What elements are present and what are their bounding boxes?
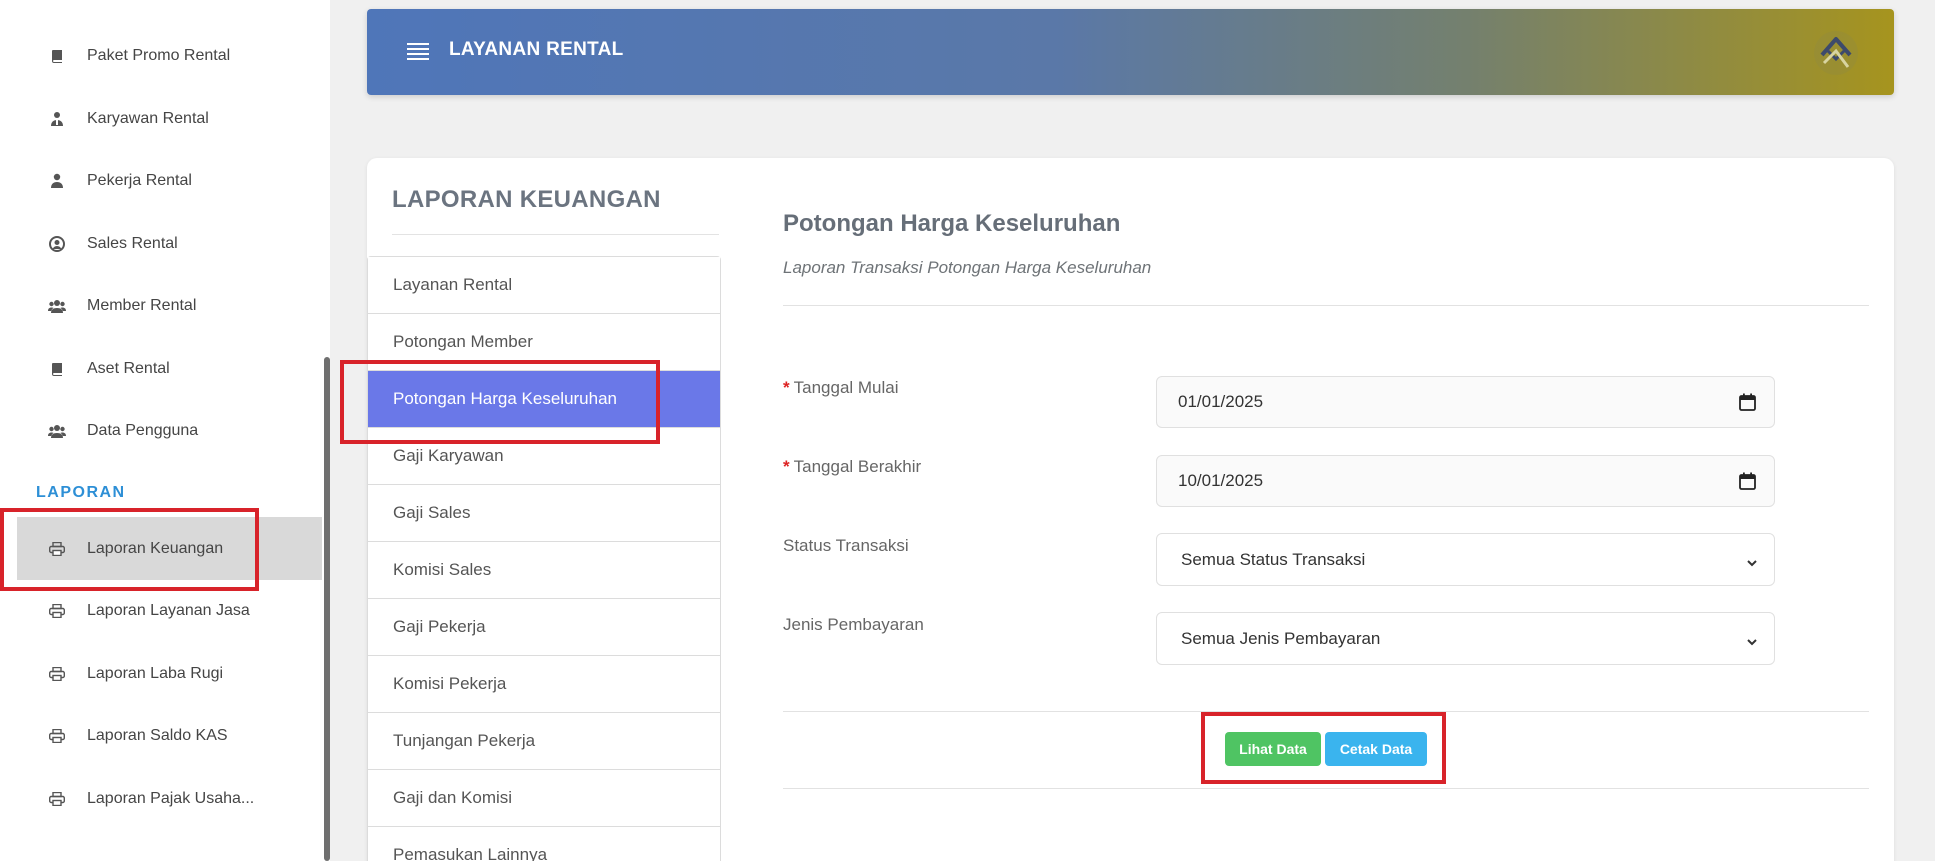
required-mark: * [783,378,790,397]
sidebar-item-karyawan-rental[interactable]: Karyawan Rental [17,91,322,147]
hamburger-menu-icon[interactable] [407,43,429,61]
users-icon [47,421,67,441]
jenis-pembayaran-value: Semua Jenis Pembayaran [1181,628,1381,648]
sidebar-item-paket-promo-rental[interactable]: Paket Promo Rental [17,28,322,84]
start-date-input[interactable]: 01/01/2025 [1156,376,1775,428]
page-header: LAYANAN RENTAL [367,9,1894,95]
highlight-box-buttons [1201,712,1446,784]
report-menu-item-gaji-pekerja[interactable]: Gaji Pekerja [368,599,720,656]
status-transaksi-select[interactable]: Semua Status Transaksi [1156,533,1775,586]
calendar-icon[interactable] [1739,472,1756,490]
divider [392,234,719,235]
report-menu-item-komisi-pekerja[interactable]: Komisi Pekerja [368,656,720,713]
sidebar-item-label: Laporan Saldo KAS [87,727,228,744]
report-menu-list: Layanan Rental Potongan Member Potongan … [367,256,721,861]
end-date-input[interactable]: 10/01/2025 [1156,455,1775,507]
divider [783,788,1869,789]
brand-logo-icon [1812,29,1860,77]
printer-icon [47,789,67,809]
sidebar-item-label: Laporan Laba Rugi [87,665,224,682]
sidebar-item-label: Aset Rental [87,360,170,377]
sidebar-item-data-pengguna[interactable]: Data Pengguna [17,403,322,459]
end-date-value: 10/01/2025 [1178,471,1264,490]
sidebar-section-heading: LAPORAN [36,484,126,501]
sidebar-item-label: Laporan Layanan Jasa [87,602,250,619]
sidebar-item-label: Laporan Pajak Usaha... [87,790,255,807]
sidebar-item-label: Member Rental [87,297,197,314]
highlight-box-sidebar-item [0,508,259,591]
book-icon [47,46,67,66]
user-tie-icon [47,109,67,129]
sidebar: Paket Promo Rental Karyawan Rental Peker… [0,0,330,861]
printer-icon [47,664,67,684]
sidebar-item-laporan-saldo-kas[interactable]: Laporan Saldo KAS [17,708,322,764]
report-menu-item-pemasukan-lainnya[interactable]: Pemasukan Lainnya [368,827,720,861]
jenis-pembayaran-select[interactable]: Semua Jenis Pembayaran [1156,612,1775,665]
printer-icon [47,726,67,746]
report-card: LAPORAN KEUANGAN Layanan Rental Potongan… [367,158,1894,861]
book-icon [47,359,67,379]
sidebar-scrollbar-thumb[interactable] [324,357,330,861]
sidebar-item-laporan-pajak-usaha[interactable]: Laporan Pajak Usaha... [17,771,322,827]
start-date-value: 01/01/2025 [1178,392,1264,411]
user-circle-icon [47,234,67,254]
sidebar-item-label: Data Pengguna [87,422,199,439]
calendar-icon[interactable] [1739,393,1756,411]
form-title: Potongan Harga Keseluruhan [783,210,1121,237]
chevron-down-icon [1746,633,1758,646]
page-header-title: LAYANAN RENTAL [449,39,624,60]
jenis-pembayaran-label: Jenis Pembayaran [783,615,924,634]
user-icon [47,171,67,191]
sidebar-item-laporan-laba-rugi[interactable]: Laporan Laba Rugi [17,646,322,702]
report-menu-item-gaji-sales[interactable]: Gaji Sales [368,485,720,542]
start-date-label: * Tanggal Mulai [783,378,899,397]
sidebar-item-member-rental[interactable]: Member Rental [17,278,322,334]
report-menu-title: LAPORAN KEUANGAN [392,186,661,213]
report-menu-item-layanan-rental[interactable]: Layanan Rental [368,257,720,314]
sidebar-item-sales-rental[interactable]: Sales Rental [17,216,322,272]
sidebar-item-label: Pekerja Rental [87,172,192,189]
users-icon [47,296,67,316]
sidebar-item-label: Sales Rental [87,235,178,252]
sidebar-item-laporan-layanan-jasa[interactable]: Laporan Layanan Jasa [17,583,322,639]
sidebar-item-aset-rental[interactable]: Aset Rental [17,341,322,397]
report-menu-item-tunjangan-pekerja[interactable]: Tunjangan Pekerja [368,713,720,770]
form-subtitle: Laporan Transaksi Potongan Harga Keselur… [783,258,1152,277]
report-menu-item-komisi-sales[interactable]: Komisi Sales [368,542,720,599]
required-mark: * [783,457,790,476]
status-transaksi-value: Semua Status Transaksi [1181,549,1366,569]
sidebar-item-label: Karyawan Rental [87,110,209,127]
status-transaksi-label: Status Transaksi [783,536,909,555]
report-menu-item-gaji-dan-komisi[interactable]: Gaji dan Komisi [368,770,720,827]
printer-icon [47,601,67,621]
sidebar-item-label: Paket Promo Rental [87,47,231,64]
divider [783,305,1869,306]
sidebar-item-pekerja-rental[interactable]: Pekerja Rental [17,153,322,209]
chevron-down-icon [1746,554,1758,567]
highlight-box-menu-item [340,360,660,444]
end-date-label: * Tanggal Berakhir [783,457,922,476]
